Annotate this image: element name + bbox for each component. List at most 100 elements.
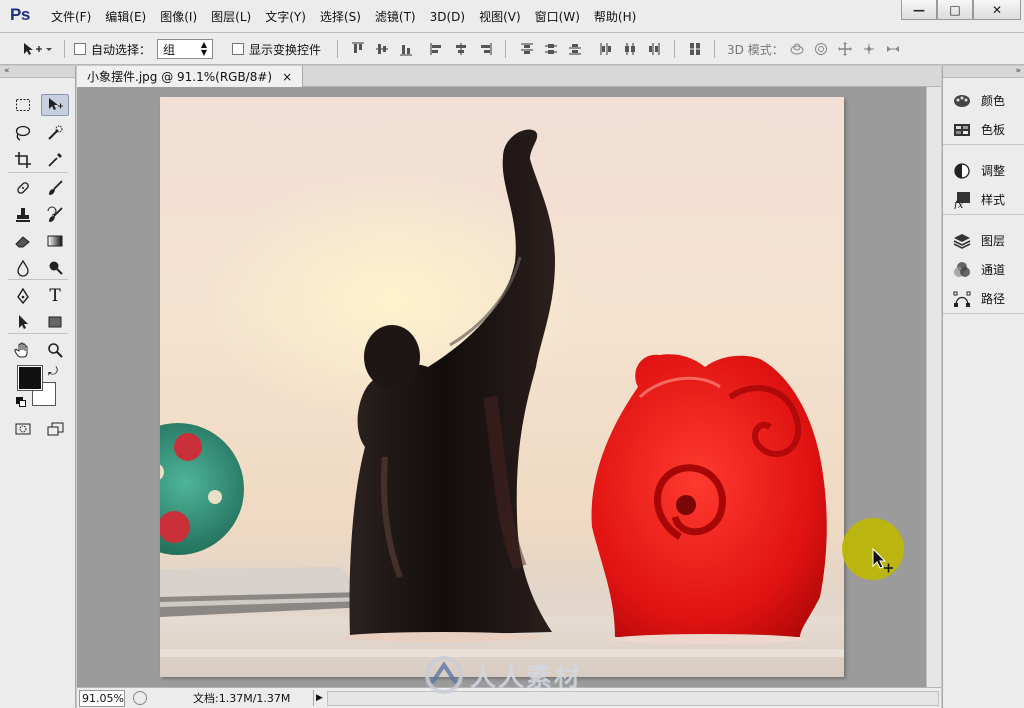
auto-select-option[interactable]: 自动选择：	[74, 33, 151, 65]
menu-view[interactable]: 视图(V)	[472, 8, 528, 25]
3d-slide-icon[interactable]	[862, 42, 878, 56]
quick-select-tool[interactable]	[41, 122, 69, 144]
image-canvas[interactable]	[160, 97, 844, 677]
show-transform-option[interactable]: 显示变换控件	[232, 33, 321, 65]
menu-bar: Ps 文件(F) 编辑(E) 图像(I) 图层(L) 文字(Y) 选择(S) 滤…	[0, 0, 1024, 33]
panel-swatches-label: 色板	[981, 123, 1006, 137]
distribute-hcenter-icon[interactable]	[623, 42, 637, 56]
photoshop-logo: Ps	[10, 5, 30, 24]
3d-pan-icon[interactable]	[838, 42, 854, 56]
auto-align-icon[interactable]	[688, 42, 702, 56]
distribute-bottom-icon[interactable]	[568, 42, 582, 56]
swap-colors-icon[interactable]: ⤾	[48, 364, 58, 379]
status-info-icon[interactable]	[133, 691, 147, 705]
type-tool[interactable]: T	[41, 285, 69, 307]
menu-3d[interactable]: 3D(D)	[423, 10, 472, 24]
zoom-level-field[interactable]: 91.05%	[79, 689, 125, 707]
align-top-icon[interactable]	[351, 42, 365, 56]
distribute-left-icon[interactable]	[599, 42, 613, 56]
drop-icon	[17, 259, 29, 277]
main-menu: 文件(F) 编辑(E) 图像(I) 图层(L) 文字(Y) 选择(S) 滤镜(T…	[44, 0, 643, 33]
rectangle-tool[interactable]	[41, 311, 69, 333]
lasso-tool[interactable]	[9, 122, 37, 144]
dropdown-stepper-icon: ▲ ▼	[200, 40, 207, 57]
vertical-scrollbar[interactable]	[926, 87, 941, 687]
3d-mode-label: 3D 模式：	[727, 42, 784, 57]
panel-styles[interactable]: fx 样式	[943, 185, 1024, 214]
hand-tool[interactable]	[9, 339, 37, 361]
status-menu-arrow[interactable]: ▶	[313, 690, 325, 706]
palette-icon	[954, 94, 970, 107]
menu-edit[interactable]: 编辑(E)	[98, 8, 153, 25]
rectangle-icon	[48, 316, 62, 328]
eraser-tool[interactable]	[9, 230, 37, 252]
document-tab[interactable]: 小象摆件.jpg @ 91.1%(RGB/8#) ×	[77, 66, 304, 87]
quick-mask-tool[interactable]	[9, 418, 37, 440]
menu-select[interactable]: 选择(S)	[313, 8, 368, 25]
path-select-tool[interactable]	[9, 311, 37, 333]
tool-preset-picker[interactable]	[22, 33, 52, 65]
menu-filter[interactable]: 滤镜(T)	[368, 8, 423, 25]
show-transform-checkbox[interactable]	[232, 43, 244, 55]
auto-select-dropdown[interactable]: 组 ▲ ▼	[157, 39, 213, 59]
panel-paths[interactable]: 路径	[943, 284, 1024, 313]
screen-mode-tool[interactable]	[41, 418, 69, 440]
quick-mask-icon	[15, 423, 31, 435]
eyedropper-tool[interactable]	[41, 149, 69, 171]
tools-panel: « T ⤾	[0, 66, 76, 708]
horizontal-scrollbar[interactable]	[327, 690, 939, 706]
distribute-top-icon[interactable]	[520, 42, 534, 56]
panel-dock-collapse[interactable]: »	[943, 66, 1024, 78]
3d-rotate-icon[interactable]	[790, 42, 806, 56]
align-hcenter-icon[interactable]	[454, 42, 468, 56]
menu-file[interactable]: 文件(F)	[44, 8, 98, 25]
panel-color[interactable]: 颜色	[943, 86, 1024, 115]
menu-image[interactable]: 图像(I)	[153, 8, 204, 25]
menu-layer[interactable]: 图层(L)	[204, 8, 258, 25]
rect-marquee-tool[interactable]	[9, 94, 37, 116]
3d-roll-icon[interactable]	[814, 42, 830, 56]
document-tab-bar: 小象摆件.jpg @ 91.1%(RGB/8#) ×	[77, 66, 941, 87]
gradient-icon	[47, 235, 63, 247]
brush-icon	[49, 180, 63, 195]
clone-stamp-tool[interactable]	[9, 204, 37, 226]
panel-group-color: 颜色 色板	[943, 86, 1024, 145]
default-colors-icon[interactable]	[16, 397, 26, 407]
minimize-button[interactable]: —	[901, 0, 937, 20]
dodge-tool[interactable]	[41, 257, 69, 279]
3d-scale-icon[interactable]	[886, 42, 902, 56]
panel-color-label: 颜色	[981, 94, 1006, 108]
canvas-viewport[interactable]	[77, 87, 941, 687]
close-button[interactable]: ✕	[973, 0, 1021, 20]
pen-tool[interactable]	[9, 285, 37, 307]
menu-help[interactable]: 帮助(H)	[587, 8, 643, 25]
align-left-icon[interactable]	[430, 42, 444, 56]
panel-layers[interactable]: 图层	[943, 226, 1024, 255]
document-info: 文档:1.37M/1.37M	[193, 692, 291, 705]
foreground-color-swatch[interactable]	[17, 365, 43, 391]
panel-channels[interactable]: 通道	[943, 255, 1024, 284]
brush-tool[interactable]	[41, 177, 69, 199]
watermark-logo	[425, 656, 463, 694]
distribute-right-icon[interactable]	[647, 42, 661, 56]
maximize-button[interactable]: □	[937, 0, 973, 20]
align-bottom-icon[interactable]	[399, 42, 413, 56]
hand-icon	[14, 342, 28, 358]
gradient-tool[interactable]	[41, 230, 69, 252]
distribute-vcenter-icon[interactable]	[544, 42, 558, 56]
menu-type[interactable]: 文字(Y)	[258, 8, 313, 25]
spot-healing-tool[interactable]	[9, 177, 37, 199]
zoom-tool[interactable]	[41, 339, 69, 361]
move-tool[interactable]	[41, 94, 69, 116]
align-vcenter-icon[interactable]	[375, 42, 389, 56]
crop-tool[interactable]	[9, 149, 37, 171]
history-brush-tool[interactable]	[41, 204, 69, 226]
tools-panel-collapse[interactable]: «	[0, 66, 75, 78]
align-right-icon[interactable]	[478, 42, 492, 56]
document-tab-close[interactable]: ×	[282, 70, 292, 84]
panel-adjustments[interactable]: 调整	[943, 156, 1024, 185]
auto-select-checkbox[interactable]	[74, 43, 86, 55]
menu-window[interactable]: 窗口(W)	[528, 8, 587, 25]
blur-tool[interactable]	[9, 257, 37, 279]
panel-swatches[interactable]: 色板	[943, 115, 1024, 144]
